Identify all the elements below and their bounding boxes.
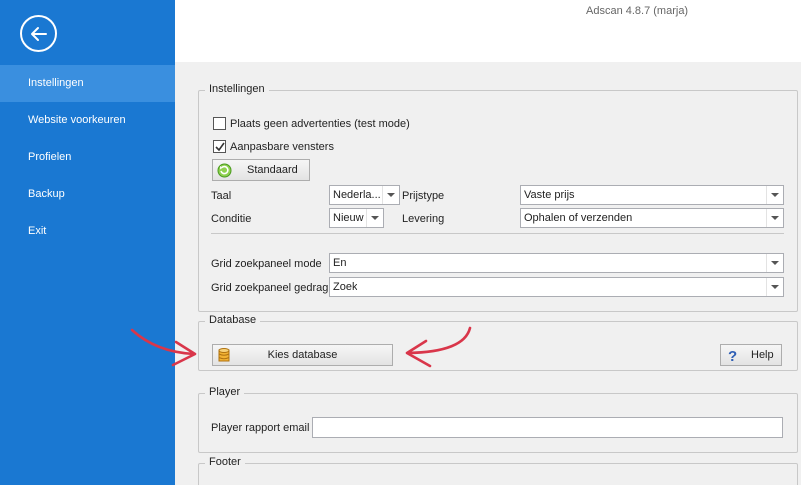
grid-gedrag-select[interactable]: Zoek bbox=[329, 277, 784, 297]
player-email-input[interactable] bbox=[312, 417, 783, 438]
levering-value: Ophalen of verzenden bbox=[524, 212, 633, 224]
standaard-button-label: Standaard bbox=[247, 164, 298, 176]
chevron-down-icon bbox=[371, 216, 379, 220]
database-group: Database Kies database ? Help bbox=[198, 314, 798, 371]
resizable-windows-checkbox[interactable] bbox=[213, 140, 226, 153]
sidebar-item-exit[interactable]: Exit bbox=[0, 213, 175, 250]
grid-gedrag-label: Grid zoekpaneel gedrag bbox=[211, 282, 329, 294]
reset-icon bbox=[217, 163, 232, 178]
resizable-windows-label: Aanpasbare vensters bbox=[230, 141, 334, 153]
kies-database-label: Kies database bbox=[267, 349, 338, 361]
grid-gedrag-dropdown-arrow[interactable] bbox=[766, 278, 783, 296]
annotation-arrow-right-icon bbox=[130, 328, 197, 367]
conditie-select[interactable]: Nieuw bbox=[329, 208, 384, 228]
instellingen-group: Instellingen Plaats geen advertenties (t… bbox=[198, 83, 798, 312]
taal-value: Nederla... bbox=[333, 189, 380, 201]
grid-mode-label: Grid zoekpaneel mode bbox=[211, 258, 322, 270]
chevron-down-icon bbox=[771, 193, 779, 197]
annotation-arrow-left-icon bbox=[405, 326, 472, 368]
sidebar: Instellingen Website voorkeuren Profiele… bbox=[0, 0, 175, 485]
footer-group: Footer bbox=[198, 456, 798, 485]
grid-mode-dropdown-arrow[interactable] bbox=[766, 254, 783, 272]
back-button[interactable] bbox=[20, 15, 57, 52]
taal-dropdown-arrow[interactable] bbox=[382, 186, 399, 204]
prijstype-value: Vaste prijs bbox=[524, 189, 575, 201]
chevron-down-icon bbox=[771, 216, 779, 220]
database-icon bbox=[218, 348, 230, 362]
sidebar-item-backup[interactable]: Backup bbox=[0, 176, 175, 213]
grid-gedrag-value: Zoek bbox=[333, 281, 358, 293]
prijstype-dropdown-arrow[interactable] bbox=[766, 186, 783, 204]
help-button-label: Help bbox=[751, 349, 774, 361]
instellingen-group-title: Instellingen bbox=[205, 83, 269, 95]
player-email-label: Player rapport email bbox=[211, 422, 310, 434]
no-ads-label: Plaats geen advertenties (test mode) bbox=[230, 118, 410, 130]
chevron-down-icon bbox=[387, 193, 395, 197]
chevron-down-icon bbox=[771, 285, 779, 289]
prijstype-select[interactable]: Vaste prijs bbox=[520, 185, 784, 205]
database-group-title: Database bbox=[205, 314, 261, 326]
conditie-dropdown-arrow[interactable] bbox=[366, 209, 383, 227]
sidebar-item-website-voorkeuren[interactable]: Website voorkeuren bbox=[0, 102, 175, 139]
standaard-button[interactable]: Standaard bbox=[212, 159, 310, 181]
player-group: Player Player rapport email bbox=[198, 386, 798, 453]
taal-select[interactable]: Nederla... bbox=[329, 185, 400, 205]
settings-panel: Instellingen Plaats geen advertenties (t… bbox=[175, 62, 801, 485]
sidebar-item-profielen[interactable]: Profielen bbox=[0, 139, 175, 176]
levering-label: Levering bbox=[402, 213, 445, 225]
chevron-down-icon bbox=[771, 261, 779, 265]
levering-dropdown-arrow[interactable] bbox=[766, 209, 783, 227]
grid-mode-select[interactable]: En bbox=[329, 253, 784, 273]
prijstype-label: Prijstype bbox=[402, 190, 445, 202]
checkmark-icon bbox=[215, 142, 225, 152]
help-icon: ? bbox=[728, 348, 737, 363]
svg-text:?: ? bbox=[728, 348, 737, 363]
arrow-left-icon bbox=[30, 26, 47, 41]
footer-group-title: Footer bbox=[205, 456, 245, 468]
no-ads-checkbox[interactable] bbox=[213, 117, 226, 130]
sidebar-item-instellingen[interactable]: Instellingen bbox=[0, 65, 175, 102]
app-title: Adscan 4.8.7 (marja) bbox=[586, 5, 689, 17]
grid-mode-value: En bbox=[333, 257, 347, 269]
player-group-title: Player bbox=[205, 386, 245, 398]
conditie-label: Conditie bbox=[211, 213, 252, 225]
help-button[interactable]: ? Help bbox=[720, 344, 782, 366]
title-bar: Adscan 4.8.7 (marja) bbox=[175, 0, 801, 62]
divider bbox=[211, 233, 784, 234]
conditie-value: Nieuw bbox=[333, 212, 364, 224]
kies-database-button[interactable]: Kies database bbox=[212, 344, 393, 366]
levering-select[interactable]: Ophalen of verzenden bbox=[520, 208, 784, 228]
taal-label: Taal bbox=[211, 190, 232, 202]
